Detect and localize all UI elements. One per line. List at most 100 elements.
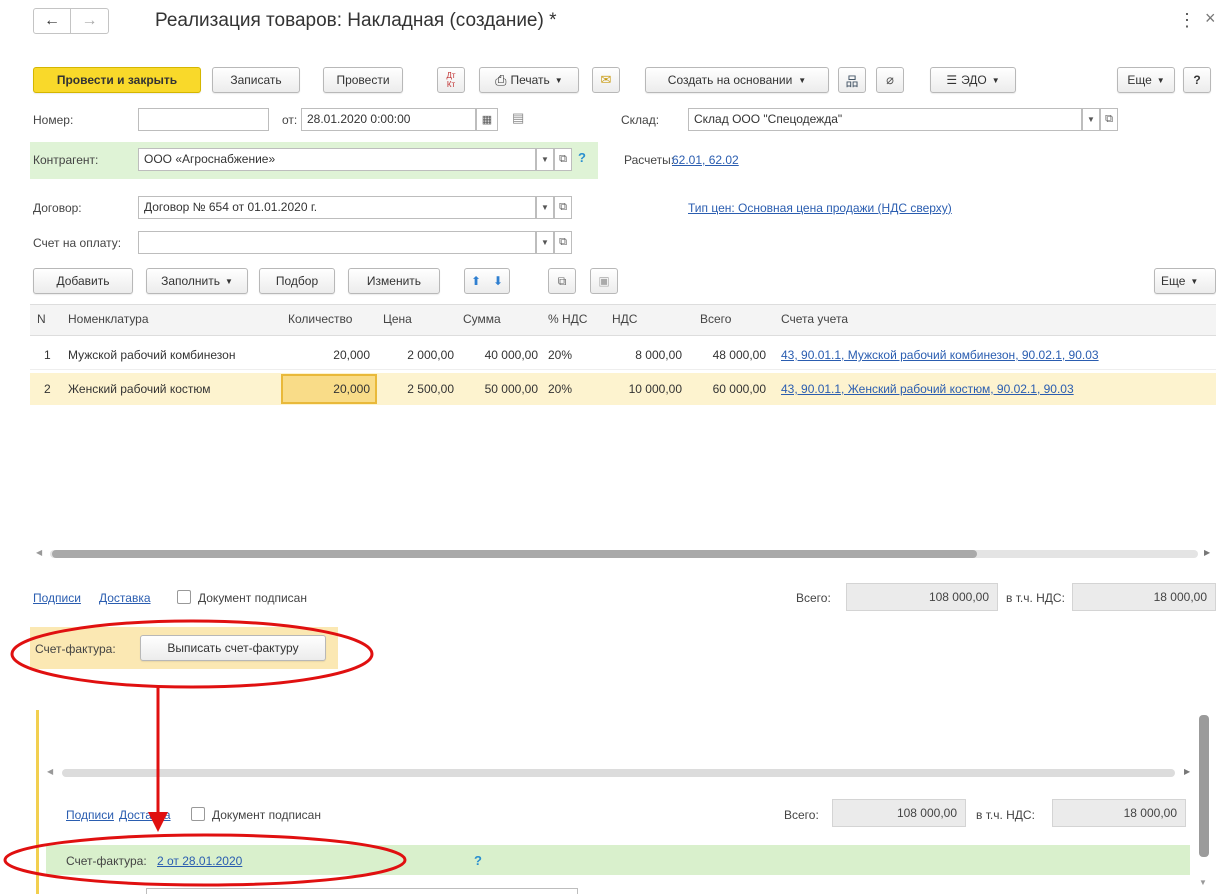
lower-panel-left-border: [36, 710, 39, 894]
contract-field[interactable]: Договор № 654 от 01.01.2020 г.: [138, 196, 536, 219]
invoice-open-icon[interactable]: ⧉: [554, 231, 572, 254]
horizontal-scrollbar-track[interactable]: [62, 769, 1175, 777]
paste-button[interactable]: ▣: [590, 268, 618, 294]
row-sum: 40 000,00: [484, 348, 538, 362]
table-more-button[interactable]: Еще ▼: [1154, 268, 1216, 294]
column-header[interactable]: Сумма: [463, 312, 501, 326]
attach-button[interactable]: ⌀: [876, 67, 904, 93]
fill-button[interactable]: Заполнить ▼: [146, 268, 248, 294]
warehouse-field[interactable]: Склад ООО "Спецодежда": [688, 108, 1082, 131]
list-icon[interactable]: ▤: [512, 110, 524, 126]
row-price: 2 000,00: [407, 348, 454, 362]
delivery-link[interactable]: Доставка: [119, 808, 171, 822]
counterparty-help-icon[interactable]: ?: [578, 150, 586, 165]
chevron-down-icon: ▼: [554, 75, 563, 85]
signed-checkbox[interactable]: [177, 590, 191, 604]
warehouse-dropdown-icon[interactable]: ▼: [1082, 108, 1100, 131]
calendar-icon[interactable]: ▦: [476, 108, 498, 131]
move-up-button[interactable]: ⬆ ⬇: [464, 268, 510, 294]
save-button[interactable]: Записать: [212, 67, 300, 93]
warehouse-open-icon[interactable]: ⧉: [1100, 108, 1118, 131]
invoice-help-icon[interactable]: ?: [474, 853, 482, 868]
column-header[interactable]: Всего: [700, 312, 731, 326]
copy-button[interactable]: ⧉: [548, 268, 576, 294]
row-number: 1: [44, 348, 51, 362]
scroll-right-icon[interactable]: ▶: [1184, 767, 1190, 776]
paste-icon: ▣: [598, 274, 610, 288]
close-icon[interactable]: ×: [1205, 8, 1216, 29]
column-header[interactable]: Количество: [288, 312, 352, 326]
chevron-down-icon: ▼: [1156, 75, 1165, 85]
column-header[interactable]: Цена: [383, 312, 412, 326]
row-accounts-link[interactable]: 43, 90.01.1, Женский рабочий костюм, 90.…: [781, 382, 1074, 396]
more-menu-icon[interactable]: ⋮: [1178, 10, 1196, 31]
page-title: Реализация товаров: Накладная (создание)…: [155, 10, 557, 31]
horizontal-scrollbar-thumb[interactable]: [52, 550, 977, 558]
structure-button[interactable]: 品: [838, 67, 866, 93]
number-label: Номер:: [33, 113, 74, 127]
number-field[interactable]: [138, 108, 269, 131]
scroll-right-icon[interactable]: ▶: [1204, 548, 1210, 557]
column-header[interactable]: Счета учета: [781, 312, 848, 326]
row-item-name: Мужской рабочий комбинезон: [68, 348, 236, 362]
row-accounts-link[interactable]: 43, 90.01.1, Мужской рабочий комбинезон,…: [781, 348, 1099, 362]
vat-label: в т.ч. НДС:: [976, 808, 1035, 822]
signatures-link[interactable]: Подписи: [66, 808, 114, 822]
contract-open-icon[interactable]: ⧉: [554, 196, 572, 219]
counterparty-open-icon[interactable]: ⧉: [554, 148, 572, 171]
back-arrow-icon[interactable]: ←: [34, 9, 72, 33]
scroll-left-icon[interactable]: ◀: [47, 767, 53, 776]
scroll-down-icon[interactable]: ▼: [1199, 878, 1207, 887]
more-button[interactable]: Еще ▼: [1117, 67, 1175, 93]
column-header[interactable]: Номенклатура: [68, 312, 149, 326]
issue-invoice-button[interactable]: Выписать счет-фактуру: [140, 635, 326, 661]
signed-label: Документ подписан: [212, 808, 321, 822]
total-label: Всего:: [796, 591, 831, 605]
row-number: 2: [44, 382, 51, 396]
chevron-down-icon: ▼: [225, 276, 233, 286]
vat-label: в т.ч. НДС:: [1006, 591, 1065, 605]
column-header[interactable]: N: [37, 312, 46, 326]
price-type-link[interactable]: Тип цен: Основная цена продажи (НДС свер…: [688, 201, 952, 215]
add-row-button[interactable]: Добавить: [33, 268, 133, 294]
row-vat: 8 000,00: [635, 348, 682, 362]
row-sum: 50 000,00: [484, 382, 538, 396]
paperclip-icon: ⌀: [886, 72, 894, 87]
total-label: Всего:: [784, 808, 819, 822]
post-and-close-button[interactable]: Провести и закрыть: [33, 67, 201, 93]
invoice-section-label: Счет-фактура:: [35, 642, 116, 656]
dt-kt-button[interactable]: Дт Кт: [437, 67, 465, 93]
signatures-link[interactable]: Подписи: [33, 591, 81, 605]
scroll-left-icon[interactable]: ◀: [36, 548, 42, 557]
delivery-link[interactable]: Доставка: [99, 591, 151, 605]
annotation-overlay: [3, 619, 407, 887]
signed-checkbox[interactable]: [191, 807, 205, 821]
create-based-on-button[interactable]: Создать на основании ▼: [645, 67, 829, 93]
date-label: от:: [282, 113, 298, 127]
settlements-link[interactable]: 62.01, 62.02: [672, 153, 739, 167]
row-total: 60 000,00: [712, 382, 766, 396]
invoice-section-label: Счет-фактура:: [66, 854, 147, 868]
counterparty-field[interactable]: ООО «Агроснабжение»: [138, 148, 536, 171]
chevron-down-icon: ▼: [991, 75, 1000, 85]
invoice-document-link[interactable]: 2 от 28.01.2020: [157, 854, 242, 868]
change-button[interactable]: Изменить: [348, 268, 440, 294]
invoice-field[interactable]: [138, 231, 536, 254]
warehouse-label: Склад:: [621, 113, 660, 127]
arrow-up-icon: ⬆: [470, 274, 482, 288]
lower-panel-vertical-scrollbar[interactable]: [1199, 715, 1209, 857]
forward-arrow-icon[interactable]: →: [71, 9, 108, 33]
pick-button[interactable]: Подбор: [259, 268, 335, 294]
column-header[interactable]: % НДС: [548, 312, 587, 326]
invoice-dropdown-icon[interactable]: ▼: [536, 231, 554, 254]
email-button[interactable]: ✉: [592, 67, 620, 93]
counterparty-dropdown-icon[interactable]: ▼: [536, 148, 554, 171]
cut-off-field: [146, 888, 578, 894]
edo-button[interactable]: ☰ ЭДО ▼: [930, 67, 1016, 93]
print-button[interactable]: ⎙ Печать ▼: [479, 67, 579, 93]
post-button[interactable]: Провести: [323, 67, 403, 93]
date-field[interactable]: 28.01.2020 0:00:00: [301, 108, 476, 131]
column-header[interactable]: НДС: [612, 312, 637, 326]
help-button[interactable]: ?: [1183, 67, 1211, 93]
contract-dropdown-icon[interactable]: ▼: [536, 196, 554, 219]
